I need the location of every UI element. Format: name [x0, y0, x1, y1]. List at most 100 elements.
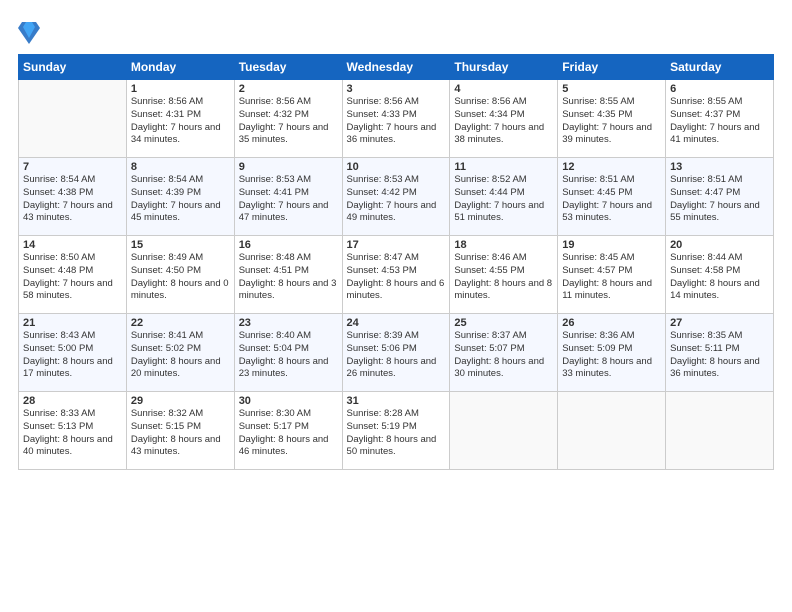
calendar-cell: 17Sunrise: 8:47 AMSunset: 4:53 PMDayligh… [342, 236, 450, 314]
day-number: 7 [23, 161, 122, 173]
week-row-4: 21Sunrise: 8:43 AMSunset: 5:00 PMDayligh… [19, 314, 774, 392]
day-info: Sunrise: 8:50 AMSunset: 4:48 PMDaylight:… [23, 252, 122, 303]
day-number: 2 [239, 83, 338, 95]
day-info: Sunrise: 8:48 AMSunset: 4:51 PMDaylight:… [239, 252, 338, 303]
day-info: Sunrise: 8:40 AMSunset: 5:04 PMDaylight:… [239, 330, 338, 381]
calendar-cell: 5Sunrise: 8:55 AMSunset: 4:35 PMDaylight… [558, 80, 666, 158]
calendar-cell: 27Sunrise: 8:35 AMSunset: 5:11 PMDayligh… [666, 314, 774, 392]
day-info: Sunrise: 8:37 AMSunset: 5:07 PMDaylight:… [454, 330, 553, 381]
day-number: 20 [670, 239, 769, 251]
calendar-cell: 22Sunrise: 8:41 AMSunset: 5:02 PMDayligh… [126, 314, 234, 392]
day-number: 24 [347, 317, 446, 329]
calendar-cell: 10Sunrise: 8:53 AMSunset: 4:42 PMDayligh… [342, 158, 450, 236]
day-info: Sunrise: 8:55 AMSunset: 4:35 PMDaylight:… [562, 96, 661, 147]
calendar-cell: 4Sunrise: 8:56 AMSunset: 4:34 PMDaylight… [450, 80, 558, 158]
day-number: 3 [347, 83, 446, 95]
day-info: Sunrise: 8:33 AMSunset: 5:13 PMDaylight:… [23, 408, 122, 459]
calendar-cell: 11Sunrise: 8:52 AMSunset: 4:44 PMDayligh… [450, 158, 558, 236]
calendar-cell: 28Sunrise: 8:33 AMSunset: 5:13 PMDayligh… [19, 392, 127, 470]
day-info: Sunrise: 8:46 AMSunset: 4:55 PMDaylight:… [454, 252, 553, 303]
logo [18, 18, 44, 46]
calendar-cell: 13Sunrise: 8:51 AMSunset: 4:47 PMDayligh… [666, 158, 774, 236]
calendar-cell: 8Sunrise: 8:54 AMSunset: 4:39 PMDaylight… [126, 158, 234, 236]
day-info: Sunrise: 8:45 AMSunset: 4:57 PMDaylight:… [562, 252, 661, 303]
day-number: 10 [347, 161, 446, 173]
calendar-cell: 16Sunrise: 8:48 AMSunset: 4:51 PMDayligh… [234, 236, 342, 314]
day-info: Sunrise: 8:56 AMSunset: 4:31 PMDaylight:… [131, 96, 230, 147]
day-number: 30 [239, 395, 338, 407]
header-saturday: Saturday [666, 55, 774, 80]
day-info: Sunrise: 8:35 AMSunset: 5:11 PMDaylight:… [670, 330, 769, 381]
calendar-cell: 26Sunrise: 8:36 AMSunset: 5:09 PMDayligh… [558, 314, 666, 392]
day-number: 17 [347, 239, 446, 251]
day-number: 23 [239, 317, 338, 329]
header-monday: Monday [126, 55, 234, 80]
calendar-cell: 15Sunrise: 8:49 AMSunset: 4:50 PMDayligh… [126, 236, 234, 314]
day-info: Sunrise: 8:56 AMSunset: 4:32 PMDaylight:… [239, 96, 338, 147]
day-info: Sunrise: 8:39 AMSunset: 5:06 PMDaylight:… [347, 330, 446, 381]
day-info: Sunrise: 8:49 AMSunset: 4:50 PMDaylight:… [131, 252, 230, 303]
day-info: Sunrise: 8:44 AMSunset: 4:58 PMDaylight:… [670, 252, 769, 303]
day-number: 1 [131, 83, 230, 95]
day-number: 15 [131, 239, 230, 251]
day-number: 22 [131, 317, 230, 329]
header-wednesday: Wednesday [342, 55, 450, 80]
day-number: 27 [670, 317, 769, 329]
day-info: Sunrise: 8:51 AMSunset: 4:45 PMDaylight:… [562, 174, 661, 225]
day-info: Sunrise: 8:56 AMSunset: 4:34 PMDaylight:… [454, 96, 553, 147]
header-tuesday: Tuesday [234, 55, 342, 80]
week-row-1: 1Sunrise: 8:56 AMSunset: 4:31 PMDaylight… [19, 80, 774, 158]
calendar-cell: 23Sunrise: 8:40 AMSunset: 5:04 PMDayligh… [234, 314, 342, 392]
calendar-cell [558, 392, 666, 470]
header-friday: Friday [558, 55, 666, 80]
day-number: 14 [23, 239, 122, 251]
page: SundayMondayTuesdayWednesdayThursdayFrid… [0, 0, 792, 612]
day-info: Sunrise: 8:54 AMSunset: 4:38 PMDaylight:… [23, 174, 122, 225]
day-info: Sunrise: 8:53 AMSunset: 4:41 PMDaylight:… [239, 174, 338, 225]
calendar-cell: 1Sunrise: 8:56 AMSunset: 4:31 PMDaylight… [126, 80, 234, 158]
day-info: Sunrise: 8:53 AMSunset: 4:42 PMDaylight:… [347, 174, 446, 225]
day-info: Sunrise: 8:30 AMSunset: 5:17 PMDaylight:… [239, 408, 338, 459]
day-number: 31 [347, 395, 446, 407]
calendar-cell: 20Sunrise: 8:44 AMSunset: 4:58 PMDayligh… [666, 236, 774, 314]
calendar-cell: 24Sunrise: 8:39 AMSunset: 5:06 PMDayligh… [342, 314, 450, 392]
day-number: 13 [670, 161, 769, 173]
calendar-cell: 14Sunrise: 8:50 AMSunset: 4:48 PMDayligh… [19, 236, 127, 314]
day-info: Sunrise: 8:36 AMSunset: 5:09 PMDaylight:… [562, 330, 661, 381]
calendar-cell: 7Sunrise: 8:54 AMSunset: 4:38 PMDaylight… [19, 158, 127, 236]
day-info: Sunrise: 8:32 AMSunset: 5:15 PMDaylight:… [131, 408, 230, 459]
week-row-2: 7Sunrise: 8:54 AMSunset: 4:38 PMDaylight… [19, 158, 774, 236]
calendar-cell: 18Sunrise: 8:46 AMSunset: 4:55 PMDayligh… [450, 236, 558, 314]
calendar-cell: 2Sunrise: 8:56 AMSunset: 4:32 PMDaylight… [234, 80, 342, 158]
header-thursday: Thursday [450, 55, 558, 80]
day-number: 25 [454, 317, 553, 329]
calendar-cell: 30Sunrise: 8:30 AMSunset: 5:17 PMDayligh… [234, 392, 342, 470]
calendar-cell: 6Sunrise: 8:55 AMSunset: 4:37 PMDaylight… [666, 80, 774, 158]
header-sunday: Sunday [19, 55, 127, 80]
day-number: 9 [239, 161, 338, 173]
day-number: 16 [239, 239, 338, 251]
day-number: 5 [562, 83, 661, 95]
calendar-cell [666, 392, 774, 470]
day-number: 26 [562, 317, 661, 329]
calendar-cell: 21Sunrise: 8:43 AMSunset: 5:00 PMDayligh… [19, 314, 127, 392]
day-info: Sunrise: 8:51 AMSunset: 4:47 PMDaylight:… [670, 174, 769, 225]
calendar-cell: 12Sunrise: 8:51 AMSunset: 4:45 PMDayligh… [558, 158, 666, 236]
day-number: 11 [454, 161, 553, 173]
day-number: 28 [23, 395, 122, 407]
calendar-cell: 19Sunrise: 8:45 AMSunset: 4:57 PMDayligh… [558, 236, 666, 314]
logo-icon [18, 18, 40, 46]
day-number: 21 [23, 317, 122, 329]
calendar-table: SundayMondayTuesdayWednesdayThursdayFrid… [18, 54, 774, 470]
day-number: 29 [131, 395, 230, 407]
calendar-cell: 3Sunrise: 8:56 AMSunset: 4:33 PMDaylight… [342, 80, 450, 158]
day-info: Sunrise: 8:43 AMSunset: 5:00 PMDaylight:… [23, 330, 122, 381]
week-row-5: 28Sunrise: 8:33 AMSunset: 5:13 PMDayligh… [19, 392, 774, 470]
calendar-cell: 31Sunrise: 8:28 AMSunset: 5:19 PMDayligh… [342, 392, 450, 470]
header [18, 18, 774, 46]
calendar-cell [19, 80, 127, 158]
day-info: Sunrise: 8:56 AMSunset: 4:33 PMDaylight:… [347, 96, 446, 147]
day-info: Sunrise: 8:55 AMSunset: 4:37 PMDaylight:… [670, 96, 769, 147]
calendar-cell: 9Sunrise: 8:53 AMSunset: 4:41 PMDaylight… [234, 158, 342, 236]
day-number: 12 [562, 161, 661, 173]
